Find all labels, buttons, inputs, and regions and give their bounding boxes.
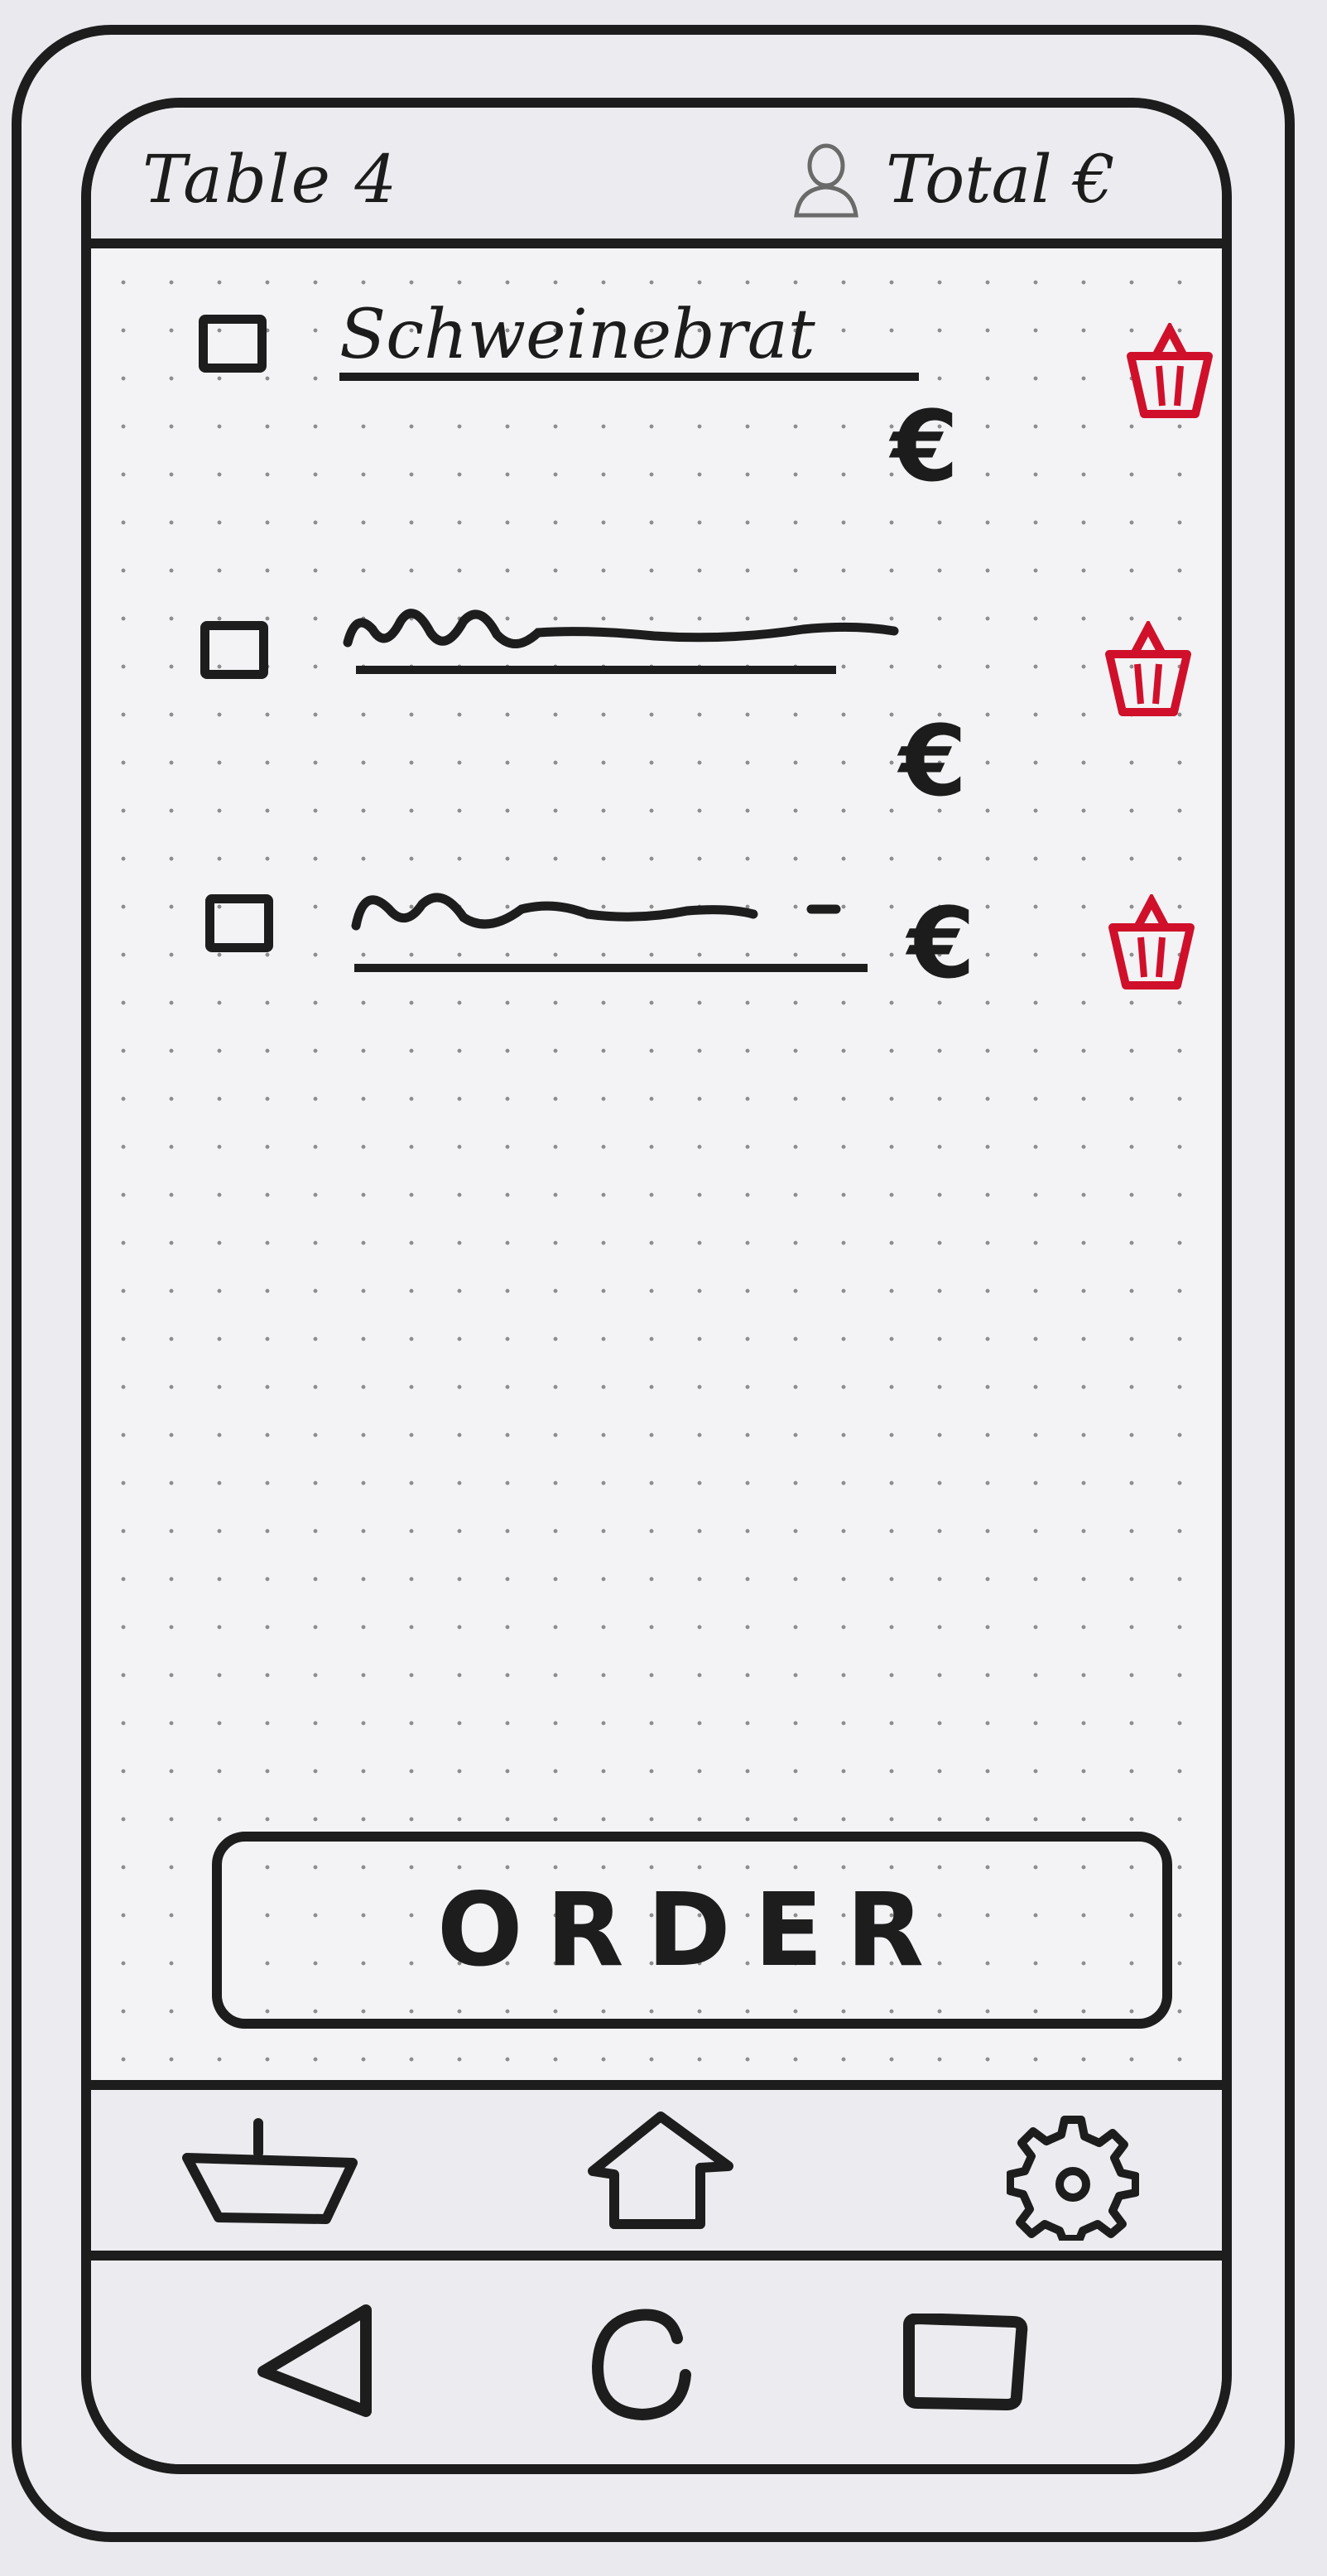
trash-basket-icon[interactable] bbox=[1103, 619, 1194, 720]
basket-icon[interactable] bbox=[180, 2116, 363, 2236]
app-header: Table 4 Total € bbox=[91, 108, 1222, 248]
list-item: € bbox=[91, 588, 1222, 810]
list-item: Schweinebrat € bbox=[91, 298, 1222, 497]
scribble-text bbox=[351, 893, 841, 931]
trash-basket-icon[interactable] bbox=[1124, 320, 1215, 422]
item-price: € bbox=[907, 886, 976, 1000]
home-icon[interactable] bbox=[579, 2108, 745, 2244]
phone-screen: Table 4 Total € Schweinebrat € € € ORDER bbox=[81, 98, 1232, 2474]
list-item: € bbox=[91, 861, 1222, 1060]
gear-icon[interactable] bbox=[1006, 2108, 1140, 2244]
item-checkbox[interactable] bbox=[199, 315, 267, 373]
total-label: Total € bbox=[886, 141, 1116, 218]
item-name: Schweinebrat bbox=[339, 301, 919, 381]
trash-basket-icon[interactable] bbox=[1106, 892, 1197, 994]
app-bottom-nav bbox=[91, 2080, 1222, 2261]
recents-icon[interactable] bbox=[901, 2313, 1033, 2416]
item-price: € bbox=[899, 704, 968, 818]
item-checkbox[interactable] bbox=[200, 621, 268, 679]
item-price: € bbox=[891, 389, 959, 503]
back-icon[interactable] bbox=[255, 2302, 379, 2429]
user-icon[interactable] bbox=[785, 137, 868, 220]
order-button[interactable]: ORDER bbox=[212, 1832, 1172, 2029]
home-circle-icon[interactable] bbox=[579, 2304, 704, 2431]
item-checkbox[interactable] bbox=[205, 894, 273, 952]
system-nav-bar bbox=[91, 2261, 1222, 2464]
table-label: Table 4 bbox=[142, 141, 399, 218]
scribble-text bbox=[343, 609, 899, 648]
